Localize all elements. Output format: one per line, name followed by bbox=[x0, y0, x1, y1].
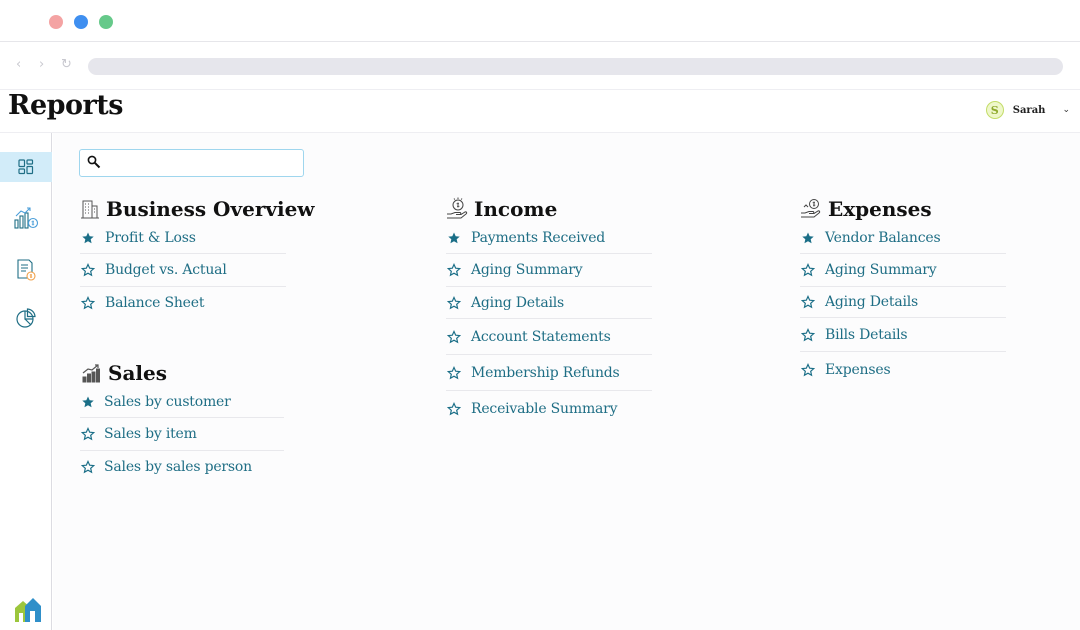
report-label[interactable]: Balance Sheet bbox=[105, 295, 204, 311]
report-label[interactable]: Sales by customer bbox=[104, 394, 231, 410]
star-outline-icon[interactable] bbox=[80, 262, 96, 278]
report-link[interactable]: Membership Refunds bbox=[446, 355, 652, 391]
section-header: Expenses bbox=[800, 197, 1006, 221]
chart-dollar-icon bbox=[14, 207, 39, 229]
star-outline-icon[interactable] bbox=[80, 295, 96, 311]
window-maximize-dot[interactable] bbox=[99, 15, 113, 29]
star-filled-icon[interactable] bbox=[446, 230, 462, 246]
star-outline-icon[interactable] bbox=[800, 327, 816, 343]
section-header: Income bbox=[446, 197, 652, 221]
report-label[interactable]: Aging Summary bbox=[471, 262, 583, 278]
invoice-icon bbox=[17, 259, 36, 281]
star-outline-icon[interactable] bbox=[446, 329, 462, 345]
section-expenses: Expenses Vendor Balances Aging Summary Agi… bbox=[800, 197, 1006, 388]
house-logo-icon[interactable] bbox=[13, 594, 43, 624]
report-list: Sales by customer Sales by item Sales by s… bbox=[80, 386, 284, 483]
sidebar-item-revenue[interactable] bbox=[0, 201, 52, 235]
star-outline-icon[interactable] bbox=[800, 294, 816, 310]
report-link[interactable]: Budget vs. Actual bbox=[80, 254, 286, 287]
report-link[interactable]: Aging Details bbox=[446, 287, 652, 319]
report-link[interactable]: Aging Details bbox=[800, 287, 1006, 318]
report-label[interactable]: Budget vs. Actual bbox=[105, 262, 227, 278]
report-label[interactable]: Bills Details bbox=[825, 327, 908, 343]
report-link[interactable]: Payments Received bbox=[446, 222, 652, 254]
star-outline-icon[interactable] bbox=[446, 401, 462, 417]
browser-titlebar bbox=[0, 0, 1080, 42]
section-business-overview: Business Overview Profit & Loss Budget vs… bbox=[80, 197, 315, 319]
report-label[interactable]: Aging Details bbox=[471, 295, 564, 311]
report-link[interactable]: Balance Sheet bbox=[80, 287, 286, 319]
sidebar bbox=[0, 133, 52, 630]
star-filled-icon[interactable] bbox=[80, 230, 96, 246]
building-icon bbox=[80, 198, 100, 220]
report-label[interactable]: Membership Refunds bbox=[471, 365, 620, 381]
star-outline-icon[interactable] bbox=[446, 295, 462, 311]
report-list: Profit & Loss Budget vs. Actual Balance Sh… bbox=[80, 222, 286, 319]
star-outline-icon[interactable] bbox=[446, 262, 462, 278]
window-minimize-dot[interactable] bbox=[74, 15, 88, 29]
sidebar-item-documents[interactable] bbox=[0, 255, 52, 285]
window-close-dot[interactable] bbox=[49, 15, 63, 29]
report-link[interactable]: Sales by customer bbox=[80, 386, 284, 418]
report-label[interactable]: Sales by sales person bbox=[104, 459, 252, 475]
section-title: Business Overview bbox=[106, 197, 315, 221]
section-title: Expenses bbox=[828, 197, 932, 221]
avatar[interactable]: S bbox=[985, 101, 1004, 119]
reload-icon[interactable]: ↻ bbox=[61, 57, 72, 73]
section-header: Sales bbox=[80, 361, 284, 385]
report-label[interactable]: Vendor Balances bbox=[825, 230, 941, 246]
user-menu[interactable]: S Sarah ⌄ bbox=[985, 100, 1070, 120]
grid-icon bbox=[18, 159, 34, 175]
star-outline-icon[interactable] bbox=[446, 365, 462, 381]
report-label[interactable]: Receivable Summary bbox=[471, 401, 618, 417]
report-link[interactable]: Vendor Balances bbox=[800, 222, 1006, 254]
section-header: Business Overview bbox=[80, 197, 315, 221]
sales-growth-icon bbox=[80, 362, 102, 384]
section-income: Income Payments Received Aging Summary Agi… bbox=[446, 197, 652, 427]
report-link[interactable]: Account Statements bbox=[446, 319, 652, 355]
forward-arrow-icon[interactable]: › bbox=[39, 57, 44, 73]
report-link[interactable]: Profit & Loss bbox=[80, 222, 286, 254]
report-list: Vendor Balances Aging Summary Aging Detail… bbox=[800, 222, 1006, 388]
star-outline-icon[interactable] bbox=[80, 459, 96, 475]
report-link[interactable]: Aging Summary bbox=[446, 254, 652, 287]
pie-chart-icon bbox=[16, 308, 36, 328]
report-label[interactable]: Expenses bbox=[825, 362, 891, 378]
report-label[interactable]: Profit & Loss bbox=[105, 230, 196, 246]
page-title: Reports bbox=[8, 90, 123, 121]
address-bar[interactable] bbox=[88, 58, 1063, 75]
star-outline-icon[interactable] bbox=[80, 426, 96, 442]
report-label[interactable]: Aging Details bbox=[825, 294, 918, 310]
section-sales: Sales Sales by customer Sales by item Sale… bbox=[80, 361, 284, 483]
hand-payment-icon bbox=[800, 198, 822, 220]
star-filled-icon[interactable] bbox=[80, 394, 96, 410]
report-label[interactable]: Sales by item bbox=[104, 426, 197, 442]
back-arrow-icon[interactable]: ‹ bbox=[16, 57, 21, 73]
report-label[interactable]: Aging Summary bbox=[825, 262, 937, 278]
sidebar-item-analytics[interactable] bbox=[0, 303, 52, 333]
report-list: Payments Received Aging Summary Aging Deta… bbox=[446, 222, 652, 427]
report-link[interactable]: Sales by item bbox=[80, 418, 284, 451]
star-filled-icon[interactable] bbox=[800, 230, 816, 246]
section-title: Income bbox=[474, 197, 558, 221]
report-link[interactable]: Bills Details bbox=[800, 318, 1006, 352]
user-name[interactable]: Sarah bbox=[1013, 105, 1046, 116]
report-link[interactable]: Sales by sales person bbox=[80, 451, 284, 483]
star-outline-icon[interactable] bbox=[800, 262, 816, 278]
star-outline-icon[interactable] bbox=[800, 362, 816, 378]
main-content: Business Overview Profit & Loss Budget vs… bbox=[53, 133, 1080, 630]
report-label[interactable]: Account Statements bbox=[471, 329, 611, 345]
chevron-down-icon[interactable]: ⌄ bbox=[1062, 105, 1070, 115]
search-icon bbox=[87, 155, 101, 169]
report-label[interactable]: Payments Received bbox=[471, 230, 605, 246]
report-link[interactable]: Expenses bbox=[800, 352, 1006, 388]
report-link[interactable]: Aging Summary bbox=[800, 254, 1006, 287]
sidebar-item-dashboard[interactable] bbox=[0, 152, 52, 182]
search-input[interactable] bbox=[79, 149, 304, 177]
hand-coin-icon bbox=[446, 197, 468, 220]
report-link[interactable]: Receivable Summary bbox=[446, 391, 652, 427]
section-title: Sales bbox=[108, 361, 167, 385]
